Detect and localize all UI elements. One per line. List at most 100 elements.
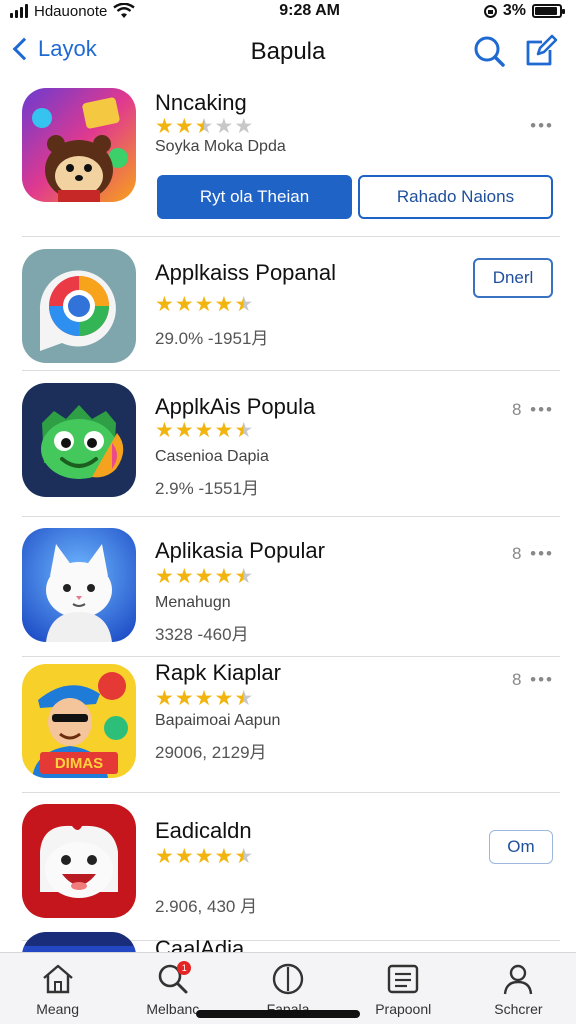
star-icon: ★ [214,565,234,588]
more-options-icon[interactable]: 8 ••• [512,400,554,420]
status-right: 3% [483,2,565,20]
more-options-icon[interactable]: 8 ••• [512,670,554,690]
star-icon: ★ [174,419,194,442]
orientation-lock-icon [483,4,497,18]
app-meta: 3328 -460月 [155,625,249,644]
home-icon [42,964,73,994]
star-icon: ★ [234,687,254,710]
battery-fill [534,7,557,15]
battery-icon [531,4,565,18]
star-icon: ★ [234,565,254,588]
open-button[interactable]: Om [489,830,553,864]
app-icon-red-face [22,804,136,918]
tab-label: Meang [36,1001,79,1017]
secondary-action-button[interactable]: Rahado Naions [358,175,553,219]
star-icon: ★ [194,293,214,316]
signal-icon [10,4,28,18]
star-icon: ★ [234,115,254,138]
star-icon: ★ [194,687,214,710]
star-icon: ★ [174,687,194,710]
star-icon: ★ [155,293,174,316]
star-rating: ★ ★ ★ ★ ★ [155,846,253,867]
row-divider [22,236,560,237]
app-title: Nncaking [155,90,247,115]
star-icon: ★ [155,419,174,442]
compose-icon[interactable] [524,34,558,68]
app-title: Rapk Kiaplar [155,660,281,685]
icon-banner-text: DIMAS [55,755,103,772]
star-icon: ★ [194,565,214,588]
star-rating: ★ ★ ★ ★ ★ [155,420,253,441]
back-label: Layok [38,36,97,61]
star-rating: ★ ★ ★ ★ ★ [155,116,253,137]
more-options-icon[interactable]: ••• [530,116,554,136]
app-icon-hamster [22,88,136,202]
star-icon: ★ [155,565,174,588]
back-button[interactable]: Layok [10,36,97,62]
star-icon: ★ [214,845,234,868]
app-icon-cartoon-man: DIMAS [22,664,136,778]
star-icon: ★ [174,565,194,588]
star-icon: ★ [194,115,214,138]
star-icon: ★ [214,687,234,710]
star-icon: ★ [234,293,254,316]
clock-icon [272,963,304,995]
app-title: Aplikasia Popular [155,538,325,563]
app-meta: 2.9% -1551月 [155,479,259,498]
tab-label: Schcrer [494,1001,543,1017]
app-subtitle: Bapaimoai Aapun [155,712,281,729]
app-title: Eadicaldn [155,818,252,843]
row-divider [22,792,560,793]
more-options-icon[interactable]: 8 ••• [512,544,554,564]
star-icon: ★ [214,115,234,138]
status-bar: Hdauonote 9:28 AM 3% [0,0,576,22]
app-icon-white-cat [22,528,136,642]
app-meta: 2.906, 430 月 [155,897,258,916]
primary-action-button[interactable]: Ryt ola Theian [157,175,352,219]
star-icon: ★ [155,687,174,710]
star-rating: ★ ★ ★ ★ ★ [155,294,253,315]
status-left: Hdauonote [10,2,136,20]
star-icon: ★ [214,293,234,316]
person-icon [504,964,533,995]
tab-label: Melbanc [146,1001,200,1017]
carrier-label: Hdauonote [34,2,108,20]
clock-time: 9:28 AM [279,2,341,19]
star-rating: ★ ★ ★ ★ ★ [155,566,253,587]
tab-list[interactable]: Prapoonl [346,953,461,1024]
star-rating: ★ ★ ★ ★ ★ [155,688,253,709]
open-button[interactable]: Dnerl [473,258,553,298]
row-divider [22,656,560,657]
app-subtitle: Menahugn [155,594,231,611]
star-icon: ★ [174,845,194,868]
chevron-left-icon [12,37,36,61]
app-title: ApplkAis Popula [155,394,316,419]
wifi-icon [113,3,136,18]
list-icon [388,964,419,994]
tab-profile[interactable]: Schcrer [461,953,576,1024]
navigation-bar: Layok Bapula [0,28,576,80]
star-icon: ★ [174,115,194,138]
star-icon: ★ [234,419,254,442]
app-meta: 29.0% -1951月 [155,329,269,348]
app-subtitle: Casenioa Dapia [155,448,269,465]
row-divider [22,370,560,371]
star-icon: ★ [155,115,174,138]
row-divider [22,516,560,517]
app-icon-chat-bubble [22,249,136,363]
star-icon: ★ [194,419,214,442]
app-meta: 29006, 2129月 [155,743,267,762]
search-icon[interactable] [472,34,506,68]
star-icon: ★ [194,845,214,868]
star-icon: ★ [214,419,234,442]
star-icon: ★ [155,845,174,868]
star-icon: ★ [174,293,194,316]
app-icon-frog [22,383,136,497]
tab-home[interactable]: Meang [0,953,115,1024]
star-icon: ★ [234,845,254,868]
app-subtitle: Soyka Moka Dpda [155,138,286,155]
battery-percent: 3% [502,2,526,19]
app-title: Applkaiss Popanal [155,260,337,285]
tab-label: Prapoonl [375,1001,432,1017]
home-indicator [196,1010,360,1018]
